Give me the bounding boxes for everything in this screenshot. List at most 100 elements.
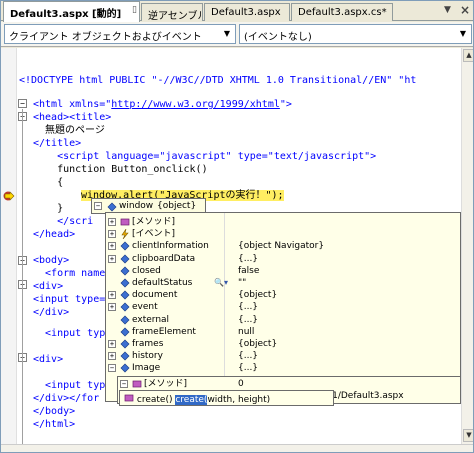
events-dropdown[interactable]: (イベントなし) ▼ xyxy=(239,24,472,44)
tab-label: Default3.aspx.cs* xyxy=(298,7,387,18)
row-value: "" xyxy=(238,278,247,288)
method-signature-tip[interactable]: create() create(width, height) xyxy=(119,390,334,406)
row-name: document xyxy=(132,290,178,301)
row-name: history xyxy=(132,351,163,362)
datatip-row[interactable]: + clientInformation {object Navigator} xyxy=(106,240,456,252)
datatip-row-methods[interactable]: − [メソッド] 0 xyxy=(118,378,468,390)
chevron-down-icon: ▼ xyxy=(459,29,467,38)
expand-icon[interactable]: + xyxy=(108,340,116,348)
datatip-panel[interactable]: + [メソッド] + [イベント] + clientInformation {object … xyxy=(105,212,461,402)
outline-guide xyxy=(22,109,23,452)
tab-default3-aspx-dynamic[interactable]: Default3.aspx [動的] xyxy=(3,1,140,22)
collapse-icon[interactable]: − xyxy=(120,380,128,388)
datatip-row[interactable]: external {...} xyxy=(106,314,456,326)
scroll-down-icon[interactable]: ▼ xyxy=(463,429,473,442)
row-name: frames xyxy=(132,339,164,349)
code-line: <html xmlns="http://www.w3.org/1999/xhtm… xyxy=(33,98,292,111)
form-open-tag: <form name xyxy=(33,268,106,279)
visualizer-icon[interactable]: 🔍▾ xyxy=(214,277,228,289)
datatip-row[interactable]: + clipboardData {...} xyxy=(106,253,456,265)
property-icon xyxy=(120,302,130,312)
expand-icon[interactable]: + xyxy=(108,291,116,300)
code-line: <form name xyxy=(33,267,105,280)
code-line: <body> xyxy=(33,254,69,267)
horizontal-scrollbar[interactable] xyxy=(1,444,473,452)
code-line: { xyxy=(33,176,63,189)
expand-icon[interactable]: + xyxy=(108,254,116,263)
tab-label: Default3.aspx xyxy=(211,7,281,18)
row-name: [メソッド] xyxy=(132,217,176,227)
xmlns-link[interactable]: http://www.w3.org/1999/xhtml xyxy=(111,99,280,110)
code-line: <input typ xyxy=(33,327,105,340)
property-icon xyxy=(120,278,130,288)
tab-label: Default3.aspx [動的] xyxy=(10,9,122,20)
document-tab-strip: Default3.aspx [動的] ▯ 逆アセンブル Default3.asp… xyxy=(1,1,473,22)
datatip-row[interactable]: + document {object} xyxy=(106,289,456,301)
head-title-tag: <head><title> xyxy=(33,112,112,123)
dropdown-arrow-icon[interactable]: ▼ xyxy=(444,5,451,15)
row-name: closed xyxy=(132,265,161,276)
client-objects-value: クライアント オブジェクトおよびイベント xyxy=(9,32,202,43)
datatip-row[interactable]: + history {...} xyxy=(106,350,456,362)
datatip-row[interactable]: closed false xyxy=(106,265,456,277)
method-selected[interactable]: create( xyxy=(175,395,208,405)
client-objects-dropdown[interactable]: クライアント オブジェクトおよびイベント ▼ xyxy=(4,24,236,44)
tab-default3-aspx[interactable]: Default3.aspx xyxy=(204,3,290,21)
div-close-tag: </div> xyxy=(33,307,70,318)
title-close-tag: </title> xyxy=(33,138,82,149)
row-value: {...} xyxy=(238,314,259,325)
code-line: </title> xyxy=(33,137,81,150)
property-icon xyxy=(120,327,130,337)
collapse-icon[interactable]: − xyxy=(108,364,116,373)
code-line: <input typ xyxy=(33,379,105,392)
ide-editor-window: Default3.aspx [動的] ▯ 逆アセンブル Default3.asp… xyxy=(0,0,474,453)
row-value: {object Navigator} xyxy=(238,241,325,252)
row-value: null xyxy=(238,326,255,337)
scroll-up-icon[interactable]: ▲ xyxy=(463,49,473,62)
html-close-tag: </html> xyxy=(33,419,76,430)
pin-icon[interactable]: ▯ xyxy=(132,5,137,15)
method-icon xyxy=(124,394,134,402)
datatip-row[interactable]: − Image {...} xyxy=(106,362,456,374)
method-name[interactable]: create() xyxy=(137,395,173,405)
function-decl: function Button_onclick() xyxy=(33,164,208,175)
property-icon xyxy=(120,254,130,264)
expand-icon[interactable]: + xyxy=(108,230,116,239)
indicator-margin[interactable] xyxy=(1,48,17,444)
tab-disassembly[interactable]: 逆アセンブル xyxy=(141,3,203,21)
code-line: </body> xyxy=(33,405,75,418)
row-name: clipboardData xyxy=(132,253,196,264)
datatip-row[interactable]: frameElement null xyxy=(106,326,456,338)
row-value: {object} xyxy=(238,339,278,349)
row-name: clientInformation xyxy=(132,241,209,252)
navigation-bar: クライアント オブジェクトおよびイベント ▼ (イベントなし) ▼ xyxy=(1,22,473,47)
tab-default3-aspx-cs[interactable]: Default3.aspx.cs* xyxy=(291,3,393,21)
expand-icon[interactable]: + xyxy=(108,303,116,312)
code-line: 無題のページ xyxy=(33,124,105,137)
collapse-icon[interactable]: − xyxy=(94,202,102,210)
outline-collapse-icon[interactable]: − xyxy=(18,99,27,108)
row-value: false xyxy=(238,265,260,276)
method-params: width, height) xyxy=(207,395,271,405)
tab-label: 逆アセンブル xyxy=(148,11,203,21)
code-line: } xyxy=(33,202,63,215)
script-open-tag: <script language="javascript" type="text… xyxy=(33,151,377,162)
close-icon[interactable]: × xyxy=(460,3,470,17)
property-icon xyxy=(120,266,130,276)
code-line: </div></for xyxy=(33,392,99,405)
row-name: [メソッド] xyxy=(144,379,188,389)
expand-icon[interactable]: + xyxy=(108,352,116,361)
expand-icon[interactable]: + xyxy=(108,242,116,251)
expand-icon[interactable]: + xyxy=(108,218,116,226)
datatip-row[interactable]: + frames {object} xyxy=(106,338,456,350)
code-line: </html> xyxy=(33,418,75,431)
code-line: </head> xyxy=(33,228,75,241)
datatip-row[interactable]: + [メソッド] xyxy=(106,216,456,228)
datatip-row[interactable]: defaultStatus 🔍▾ "" xyxy=(106,277,456,289)
body-close-tag: </body> xyxy=(33,406,76,417)
datatip-root-value: {object} xyxy=(157,201,197,211)
datatip-row[interactable]: + event {...} xyxy=(106,301,456,313)
datatip-row[interactable]: + [イベント] xyxy=(106,228,456,240)
code-line: <script language="javascript" type="text… xyxy=(33,150,376,163)
row-name: event xyxy=(132,302,158,313)
